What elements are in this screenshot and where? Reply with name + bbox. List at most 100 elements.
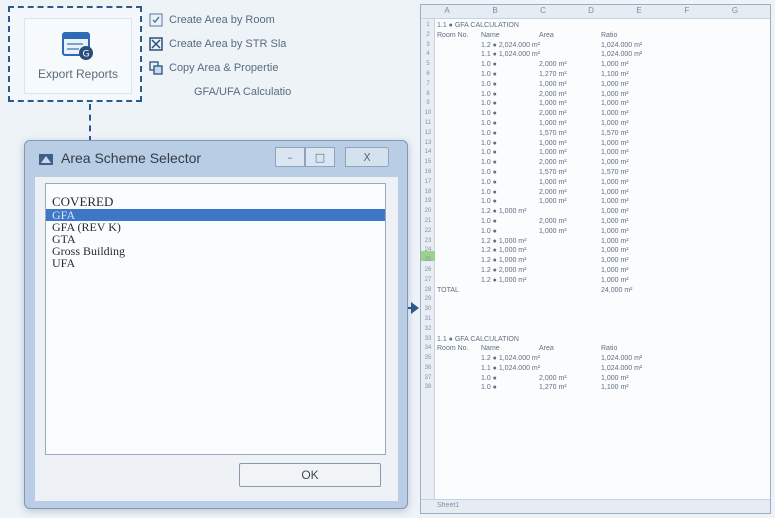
- area-scheme-option[interactable]: GFA (REV K): [46, 221, 385, 233]
- cell-d[interactable]: 1,000 m²: [601, 80, 629, 89]
- cell-b[interactable]: 1.0 ●: [481, 148, 497, 157]
- cell-c[interactable]: 2,000 m²: [539, 188, 567, 197]
- cell-c[interactable]: 2,000 m²: [539, 90, 567, 99]
- cell-c[interactable]: 1,000 m²: [539, 119, 567, 128]
- cell-a[interactable]: 1.1 ● GFA CALCULATION: [437, 335, 519, 344]
- minimize-button[interactable]: –: [275, 147, 305, 167]
- cell-c[interactable]: 1,570 m²: [539, 129, 567, 138]
- cell-d[interactable]: 1,000 m²: [601, 158, 629, 167]
- cell-d[interactable]: 1,000 m²: [601, 246, 629, 255]
- cell-b[interactable]: 1.2 ● 2,024.000 m²: [481, 41, 540, 50]
- cell-d[interactable]: 1,024.000 m²: [601, 364, 642, 373]
- column-letter[interactable]: G: [725, 6, 745, 15]
- cell-d[interactable]: 1,000 m²: [601, 276, 629, 285]
- cell-b[interactable]: 1.0 ●: [481, 197, 497, 206]
- cell-b[interactable]: 1.0 ●: [481, 99, 497, 108]
- cell-b[interactable]: 1.2 ● 1,000 m²: [481, 207, 526, 216]
- cell-b[interactable]: 1.0 ●: [481, 80, 497, 89]
- cell-c[interactable]: 2,000 m²: [539, 158, 567, 167]
- column-letter[interactable]: E: [629, 6, 649, 15]
- cell-d[interactable]: 1,570 m²: [601, 168, 629, 177]
- column-letter[interactable]: F: [677, 6, 697, 15]
- cell-d[interactable]: 1,000 m²: [601, 139, 629, 148]
- maximize-button[interactable]: □: [305, 147, 335, 167]
- cell-b[interactable]: 1.0 ●: [481, 374, 497, 383]
- cell-c[interactable]: 1,000 m²: [539, 178, 567, 187]
- cell-b[interactable]: 1.2 ● 2,000 m²: [481, 266, 526, 275]
- cell-d[interactable]: 1,000 m²: [601, 178, 629, 187]
- cell-d[interactable]: 1,100 m²: [601, 70, 629, 79]
- cell-d[interactable]: Ratio: [601, 31, 617, 40]
- cell-a[interactable]: Room No.: [437, 31, 469, 40]
- column-letter[interactable]: A: [437, 6, 457, 15]
- cell-d[interactable]: 1,000 m²: [601, 237, 629, 246]
- cell-b[interactable]: 1.0 ●: [481, 178, 497, 187]
- cell-c[interactable]: 1,000 m²: [539, 139, 567, 148]
- cell-c[interactable]: 2,000 m²: [539, 60, 567, 69]
- cell-b[interactable]: 1.1 ● 1,024.000 m²: [481, 50, 540, 59]
- cell-d[interactable]: 1,570 m²: [601, 129, 629, 138]
- cell-d[interactable]: 1,000 m²: [601, 197, 629, 206]
- cell-b[interactable]: 1.0 ●: [481, 109, 497, 118]
- cell-b[interactable]: 1.0 ●: [481, 129, 497, 138]
- create-area-by-room-button[interactable]: Create Area by Room: [148, 8, 291, 32]
- cell-b[interactable]: 1.0 ●: [481, 227, 497, 236]
- cell-d[interactable]: Ratio: [601, 344, 617, 353]
- cell-d[interactable]: 1,024.000 m²: [601, 50, 642, 59]
- cell-d[interactable]: 1,000 m²: [601, 374, 629, 383]
- cell-b[interactable]: 1.2 ● 1,000 m²: [481, 276, 526, 285]
- cell-c[interactable]: 1,000 m²: [539, 148, 567, 157]
- sheet-tab[interactable]: Sheet1: [437, 502, 459, 509]
- area-scheme-option[interactable]: Gross Building: [46, 245, 385, 257]
- cell-d[interactable]: 1,000 m²: [601, 90, 629, 99]
- cell-d[interactable]: 1,000 m²: [601, 207, 629, 216]
- cell-d[interactable]: 1,100 m²: [601, 383, 629, 392]
- cell-b[interactable]: 1.0 ●: [481, 383, 497, 392]
- gfa-ufa-calculation-button[interactable]: GFA/UFA Calculatio: [148, 80, 291, 104]
- cell-d[interactable]: 1,000 m²: [601, 60, 629, 69]
- dialog-titlebar[interactable]: Area Scheme Selector – □ X: [25, 141, 407, 175]
- cell-c[interactable]: 1,270 m²: [539, 383, 567, 392]
- cell-b[interactable]: 1.0 ●: [481, 70, 497, 79]
- cell-c[interactable]: Area: [539, 344, 554, 353]
- column-letter[interactable]: D: [581, 6, 601, 15]
- cell-b[interactable]: 1.2 ● 1,000 m²: [481, 256, 526, 265]
- cell-d[interactable]: 24,000 m²: [601, 286, 633, 295]
- cell-c[interactable]: 2,000 m²: [539, 374, 567, 383]
- cell-c[interactable]: 1,270 m²: [539, 70, 567, 79]
- cell-a[interactable]: Room No.: [437, 344, 469, 353]
- cell-c[interactable]: 2,000 m²: [539, 109, 567, 118]
- column-letter[interactable]: C: [533, 6, 553, 15]
- cell-d[interactable]: 1,000 m²: [601, 119, 629, 128]
- cell-c[interactable]: 1,570 m²: [539, 168, 567, 177]
- cell-b[interactable]: Name: [481, 31, 500, 40]
- cell-c[interactable]: Area: [539, 31, 554, 40]
- cell-b[interactable]: 1.0 ●: [481, 158, 497, 167]
- cell-c[interactable]: 1,000 m²: [539, 227, 567, 236]
- cell-d[interactable]: 1,000 m²: [601, 148, 629, 157]
- cell-a[interactable]: TOTAL: [437, 286, 459, 295]
- column-letter[interactable]: B: [485, 6, 505, 15]
- cell-c[interactable]: 1,000 m²: [539, 197, 567, 206]
- cell-c[interactable]: 2,000 m²: [539, 217, 567, 226]
- cell-d[interactable]: 1,000 m²: [601, 227, 629, 236]
- cell-b[interactable]: 1.2 ● 1,024.000 m²: [481, 354, 540, 363]
- cell-d[interactable]: 1,000 m²: [601, 109, 629, 118]
- cell-d[interactable]: 1,000 m²: [601, 256, 629, 265]
- cell-b[interactable]: Name: [481, 344, 500, 353]
- cell-b[interactable]: 1.1 ● 1,024.000 m²: [481, 364, 540, 373]
- cell-d[interactable]: 1,000 m²: [601, 266, 629, 275]
- export-reports-button[interactable]: G Export Reports: [24, 18, 132, 94]
- cell-d[interactable]: 1,000 m²: [601, 99, 629, 108]
- cell-b[interactable]: 1.0 ●: [481, 60, 497, 69]
- cell-b[interactable]: 1.0 ●: [481, 168, 497, 177]
- copy-area-properties-button[interactable]: Copy Area & Propertie: [148, 56, 291, 80]
- cell-b[interactable]: 1.0 ●: [481, 139, 497, 148]
- ok-button[interactable]: OK: [239, 463, 381, 487]
- area-scheme-option[interactable]: UFA: [46, 257, 385, 269]
- area-scheme-listbox[interactable]: COVERED GFA GFA (REV K) GTA Gross Building UF…: [45, 183, 386, 455]
- cell-d[interactable]: 1,024.000 m²: [601, 354, 642, 363]
- cell-b[interactable]: 1.2 ● 1,000 m²: [481, 237, 526, 246]
- cell-b[interactable]: 1.0 ●: [481, 217, 497, 226]
- create-area-by-slab-button[interactable]: Create Area by STR Sla: [148, 32, 291, 56]
